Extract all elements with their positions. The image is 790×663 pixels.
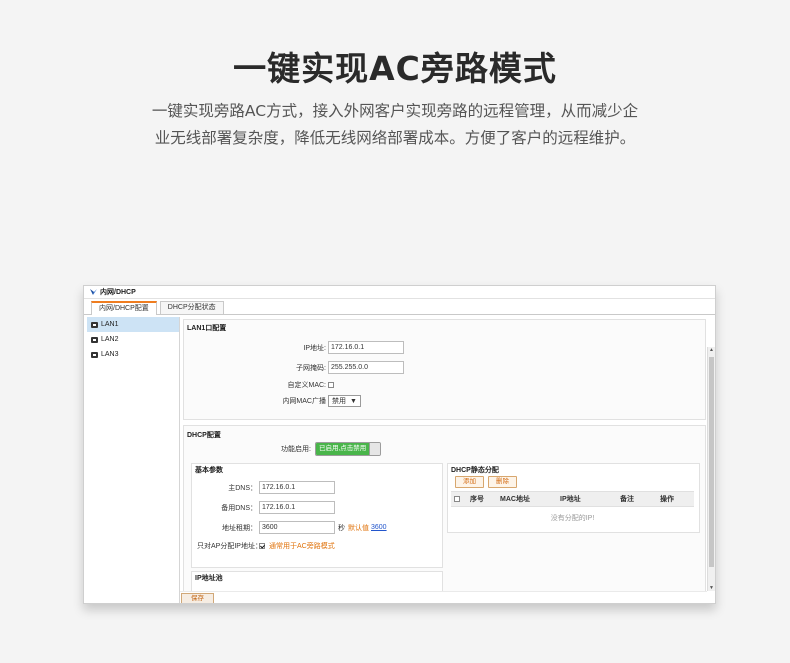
sidebar-item-label: LAN3 (101, 351, 119, 358)
subnet-mask-input[interactable] (328, 361, 404, 374)
window-title: 内网/DHCP (100, 289, 136, 296)
sidebar-item-lan3[interactable]: LAN3 (87, 347, 179, 362)
hero-description: 一键实现旁路AC方式，接入外网客户实现旁路的远程管理，从而减少企 业无线部署复杂… (80, 98, 710, 152)
custom-mac-label: 自定义MAC: (287, 382, 327, 389)
static-table-empty: 没有分配的IP! (550, 515, 595, 522)
dhcp-enable-toggle-text: 已启用,点击禁用 (316, 443, 370, 455)
lease-time-label: 地址租期： (222, 524, 257, 532)
sidebar-item-label: LAN1 (101, 321, 119, 328)
static-allocation-legend: DHCP静态分配 (451, 467, 499, 474)
custom-mac-row: 自定义MAC: (263, 380, 334, 390)
dhcp-enable-toggle[interactable]: 已启用,点击禁用 (315, 442, 382, 456)
mac-broadcast-row: 内网MAC广播 禁用 ▼ (263, 395, 361, 407)
dhcp-enable-label: 功能启用: (281, 446, 311, 453)
ip-address-row: IP地址: (263, 341, 404, 354)
scroll-down-arrow-icon[interactable]: ▼ (709, 585, 714, 591)
hero-description-line-1: 一键实现旁路AC方式，接入外网客户实现旁路的远程管理，从而减少企 (151, 102, 639, 120)
static-allocation-toolbar: 添加 删除 (455, 476, 517, 488)
save-button[interactable]: 保存 (181, 593, 214, 603)
column-header-mac: MAC地址 (500, 496, 530, 503)
ip-address-input[interactable] (328, 341, 404, 354)
ap-only-label: 只对AP分配IP地址： (197, 543, 262, 550)
tab-bar: 内网/DHCP配置 DHCP分配状态 (84, 299, 715, 315)
sidebar-item-label: LAN2 (101, 336, 119, 343)
lease-time-row: 地址租期： 秒 默认值 3600 (197, 521, 387, 534)
dhcp-enable-row: 功能启用: 已启用,点击禁用 (263, 442, 382, 456)
primary-dns-row: 主DNS： (197, 481, 335, 494)
hero-description-line-2: 业无线部署复杂度，降低无线网络部署成本。方便了客户的远程维护。 (154, 129, 636, 147)
window-body: LAN1 LAN2 LAN3 LAN1口配置 IP地址: 子网掩码: 自定义MA… (84, 316, 715, 603)
delete-button[interactable]: 删除 (488, 476, 517, 488)
ethernet-port-icon (91, 336, 98, 343)
dhcp-config-legend: DHCP配置 (187, 432, 221, 439)
ethernet-port-icon (91, 351, 98, 358)
chevron-down-icon: ▼ (350, 397, 357, 405)
toggle-knob (369, 443, 381, 455)
hero-title: 一键实现AC旁路模式 (233, 49, 557, 88)
basic-params-section (191, 463, 443, 568)
ip-pool-section (191, 571, 443, 591)
secondary-dns-label: 备用DNS： (221, 504, 257, 512)
add-button[interactable]: 添加 (455, 476, 484, 488)
sidebar-item-lan1[interactable]: LAN1 (87, 317, 179, 332)
primary-dns-input[interactable] (259, 481, 335, 494)
vertical-scrollbar[interactable]: ▲ ▼ (707, 347, 715, 591)
ap-only-hint: 通常用于AC旁路模式 (269, 543, 335, 550)
ap-only-row: 只对AP分配IP地址： 通常用于AC旁路模式 (197, 541, 335, 551)
window-titlebar: 内网/DHCP (84, 286, 715, 299)
ap-only-checkbox[interactable] (259, 543, 265, 549)
sidebar-item-lan2[interactable]: LAN2 (87, 332, 179, 347)
lease-default-link[interactable]: 3600 (371, 524, 387, 531)
lan-config-legend: LAN1口配置 (187, 325, 227, 332)
lease-default-label: 默认值 (348, 524, 369, 532)
config-panel: LAN1口配置 IP地址: 子网掩码: 自定义MAC: 内网MAC广播 禁用 ▼ (183, 317, 707, 591)
static-table-header: 序号 MAC地址 IP地址 备注 操作 (451, 491, 694, 507)
subnet-mask-label: 子网掩码: (296, 364, 326, 372)
tab-lan-dhcp-config[interactable]: 内网/DHCP配置 (91, 301, 157, 315)
ip-address-label: IP地址: (303, 344, 326, 352)
brand-logo-icon (90, 289, 97, 295)
scroll-up-arrow-icon[interactable]: ▲ (709, 347, 714, 353)
column-header-index: 序号 (470, 496, 484, 503)
column-header-action: 操作 (660, 496, 674, 503)
mac-broadcast-value: 禁用 (332, 398, 346, 405)
ethernet-port-icon (91, 321, 98, 328)
basic-params-legend: 基本参数 (195, 467, 223, 474)
secondary-dns-row: 备用DNS： (197, 501, 335, 514)
lease-time-unit: 秒 (338, 524, 345, 532)
select-all-checkbox[interactable] (454, 496, 460, 502)
custom-mac-checkbox[interactable] (328, 382, 334, 388)
ip-pool-legend: IP地址池 (195, 575, 223, 582)
secondary-dns-input[interactable] (259, 501, 335, 514)
subnet-mask-row: 子网掩码: (263, 361, 404, 374)
mac-broadcast-label: 内网MAC广播 (282, 398, 326, 405)
primary-dns-label: 主DNS： (228, 484, 257, 492)
lan-config-section (183, 319, 706, 420)
footer-bar: 保存 (180, 591, 707, 603)
column-header-note: 备注 (620, 496, 634, 503)
tab-dhcp-status[interactable]: DHCP分配状态 (159, 301, 224, 314)
lease-time-input[interactable] (259, 521, 335, 534)
column-header-ip: IP地址 (560, 496, 581, 503)
scrollbar-thumb[interactable] (709, 357, 714, 567)
router-config-window: 内网/DHCP 内网/DHCP配置 DHCP分配状态 LAN1 LAN2 LAN… (83, 285, 716, 604)
mac-broadcast-select[interactable]: 禁用 ▼ (328, 395, 361, 407)
lan-sidebar: LAN1 LAN2 LAN3 (87, 317, 180, 603)
